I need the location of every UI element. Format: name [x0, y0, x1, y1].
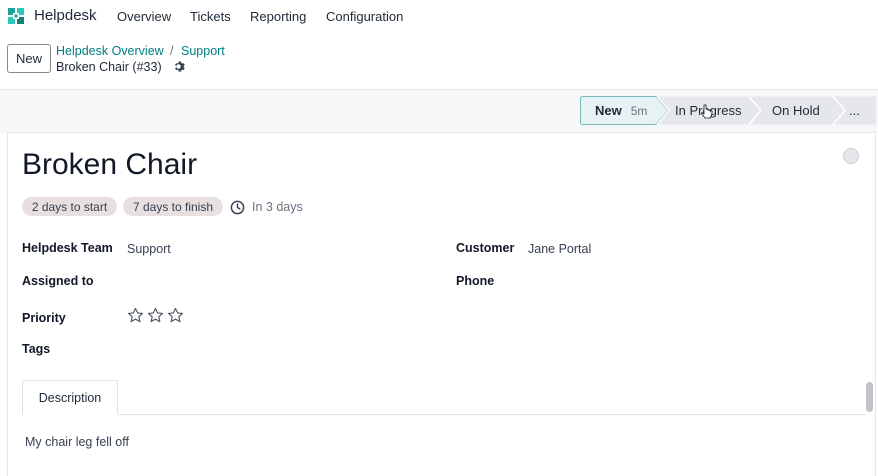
breadcrumb-helpdesk-overview[interactable]: Helpdesk Overview: [56, 44, 164, 58]
field-customer[interactable]: Jane Portal: [528, 242, 591, 256]
label-phone: Phone: [456, 274, 495, 288]
top-navbar: Helpdesk Overview Tickets Reporting Conf…: [0, 0, 878, 33]
breadcrumb-support[interactable]: Support: [181, 44, 225, 58]
new-button[interactable]: New: [7, 44, 51, 73]
breadcrumb-separator: /: [170, 44, 174, 58]
sla-deadline: In 3 days: [252, 200, 303, 214]
helpdesk-logo-icon[interactable]: [6, 6, 26, 26]
sla-badge-start: 2 days to start: [22, 197, 117, 216]
kanban-state-indicator[interactable]: [843, 148, 859, 164]
label-priority: Priority: [22, 311, 66, 325]
field-helpdesk-team[interactable]: Support: [127, 242, 171, 256]
tab-description[interactable]: Description: [22, 380, 118, 415]
stage-on-hold[interactable]: On Hold: [772, 96, 820, 125]
stage-new-duration: 5m: [630, 103, 648, 118]
stage-new-label: New: [595, 103, 622, 118]
app-name[interactable]: Helpdesk: [34, 7, 97, 24]
ticket-title[interactable]: Broken Chair: [22, 148, 197, 182]
label-customer: Customer: [456, 241, 515, 255]
scrollbar-thumb[interactable]: [866, 382, 873, 412]
stage-more-button[interactable]: ...: [849, 96, 860, 125]
clock-icon: [230, 200, 245, 215]
stage-new[interactable]: New 5m: [595, 96, 647, 125]
gear-icon[interactable]: [172, 60, 185, 73]
description-text[interactable]: My chair leg fell off: [25, 435, 129, 449]
label-tags: Tags: [22, 342, 51, 356]
menu-reporting[interactable]: Reporting: [250, 9, 306, 24]
priority-star-2-icon[interactable]: [147, 307, 164, 324]
label-helpdesk-team: Helpdesk Team: [22, 241, 113, 255]
breadcrumb-current-record: Broken Chair (#33): [56, 60, 162, 74]
label-assigned-to: Assigned to: [22, 274, 94, 288]
menu-tickets[interactable]: Tickets: [190, 9, 231, 24]
priority-star-3-icon[interactable]: [167, 307, 184, 324]
priority-star-1-icon[interactable]: [127, 307, 144, 324]
form-sheet: [7, 132, 876, 476]
menu-overview[interactable]: Overview: [117, 9, 171, 24]
tabs-divider: [22, 414, 865, 415]
mouse-cursor-icon: [701, 104, 713, 119]
sla-badge-finish: 7 days to finish: [123, 197, 223, 216]
menu-configuration[interactable]: Configuration: [326, 9, 403, 24]
